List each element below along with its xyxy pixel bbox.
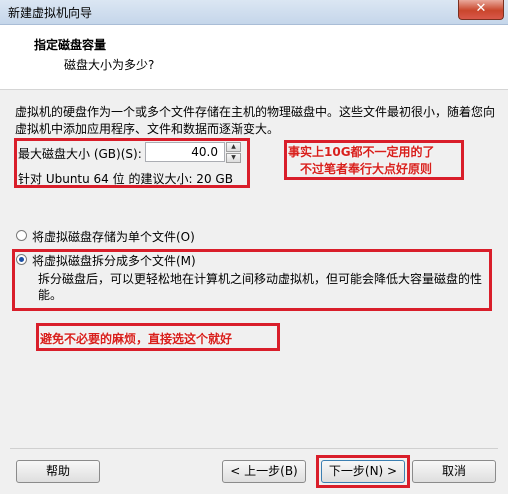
window-title: 新建虚拟机向导 [8, 6, 93, 20]
note-1-line-2: 不过笔者奉行大点好原则 [300, 162, 433, 176]
spin-up-icon[interactable]: ▲ [226, 142, 241, 152]
multi-file-label[interactable]: 将虚拟磁盘拆分成多个文件(M) [32, 252, 196, 269]
recommended-size: 针对 Ubuntu 64 位 的建议大小: 20 GB [18, 172, 233, 186]
max-size-value: 40.0 [191, 145, 218, 159]
next-button[interactable]: 下一步(N) > [321, 460, 405, 483]
back-button[interactable]: < 上一步(B) [222, 460, 306, 483]
page-subtitle: 磁盘大小为多少? [64, 58, 155, 72]
max-size-label: 最大磁盘大小 (GB)(S): [18, 147, 142, 161]
description-text: 虚拟机的硬盘作为一个或多个文件存储在主机的物理磁盘中。这些文件最初很小，随着您向… [15, 105, 496, 136]
close-icon: ✕ [475, 1, 487, 16]
note-2: 避免不必要的麻烦，直接选这个就好 [40, 332, 233, 346]
wizard-header: 指定磁盘容量 磁盘大小为多少? [0, 25, 508, 90]
close-button[interactable]: ✕ [458, 0, 504, 20]
title-bar: 新建虚拟机向导 ✕ [0, 0, 508, 25]
note-1-line-1: 事实上10G都不一定用的了 [288, 145, 435, 159]
spin-down-icon[interactable]: ▼ [226, 153, 241, 163]
page-title: 指定磁盘容量 [34, 38, 107, 52]
footer-divider [10, 448, 498, 449]
cancel-button[interactable]: 取消 [412, 460, 496, 483]
max-size-input[interactable]: 40.0 [145, 142, 225, 162]
radio-multi-file[interactable] [16, 254, 27, 265]
radio-single-file[interactable] [16, 230, 27, 241]
multi-file-description: 拆分磁盘后，可以更轻松地在计算机之间移动虚拟机，但可能会降低大容量磁盘的性能。 [38, 272, 483, 302]
help-button[interactable]: 帮助 [16, 460, 100, 483]
size-spinner[interactable]: ▲ ▼ [226, 142, 241, 163]
single-file-label[interactable]: 将虚拟磁盘存储为单个文件(O) [32, 228, 195, 245]
